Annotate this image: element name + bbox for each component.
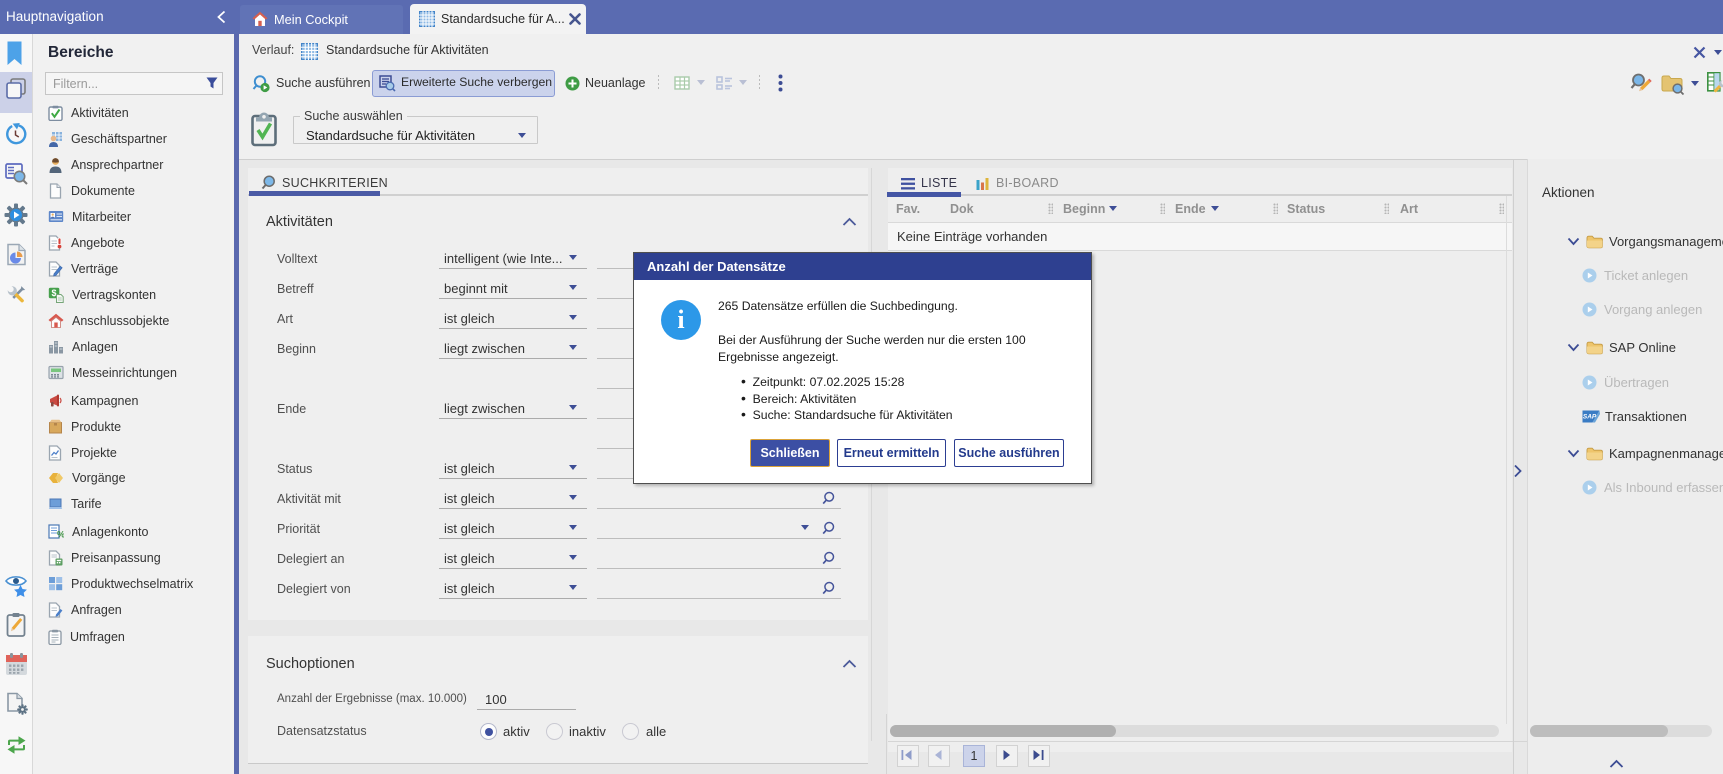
- svg-text:$: $: [51, 288, 56, 298]
- svg-text:%: %: [57, 530, 64, 540]
- svg-text:SAP: SAP: [1583, 414, 1597, 421]
